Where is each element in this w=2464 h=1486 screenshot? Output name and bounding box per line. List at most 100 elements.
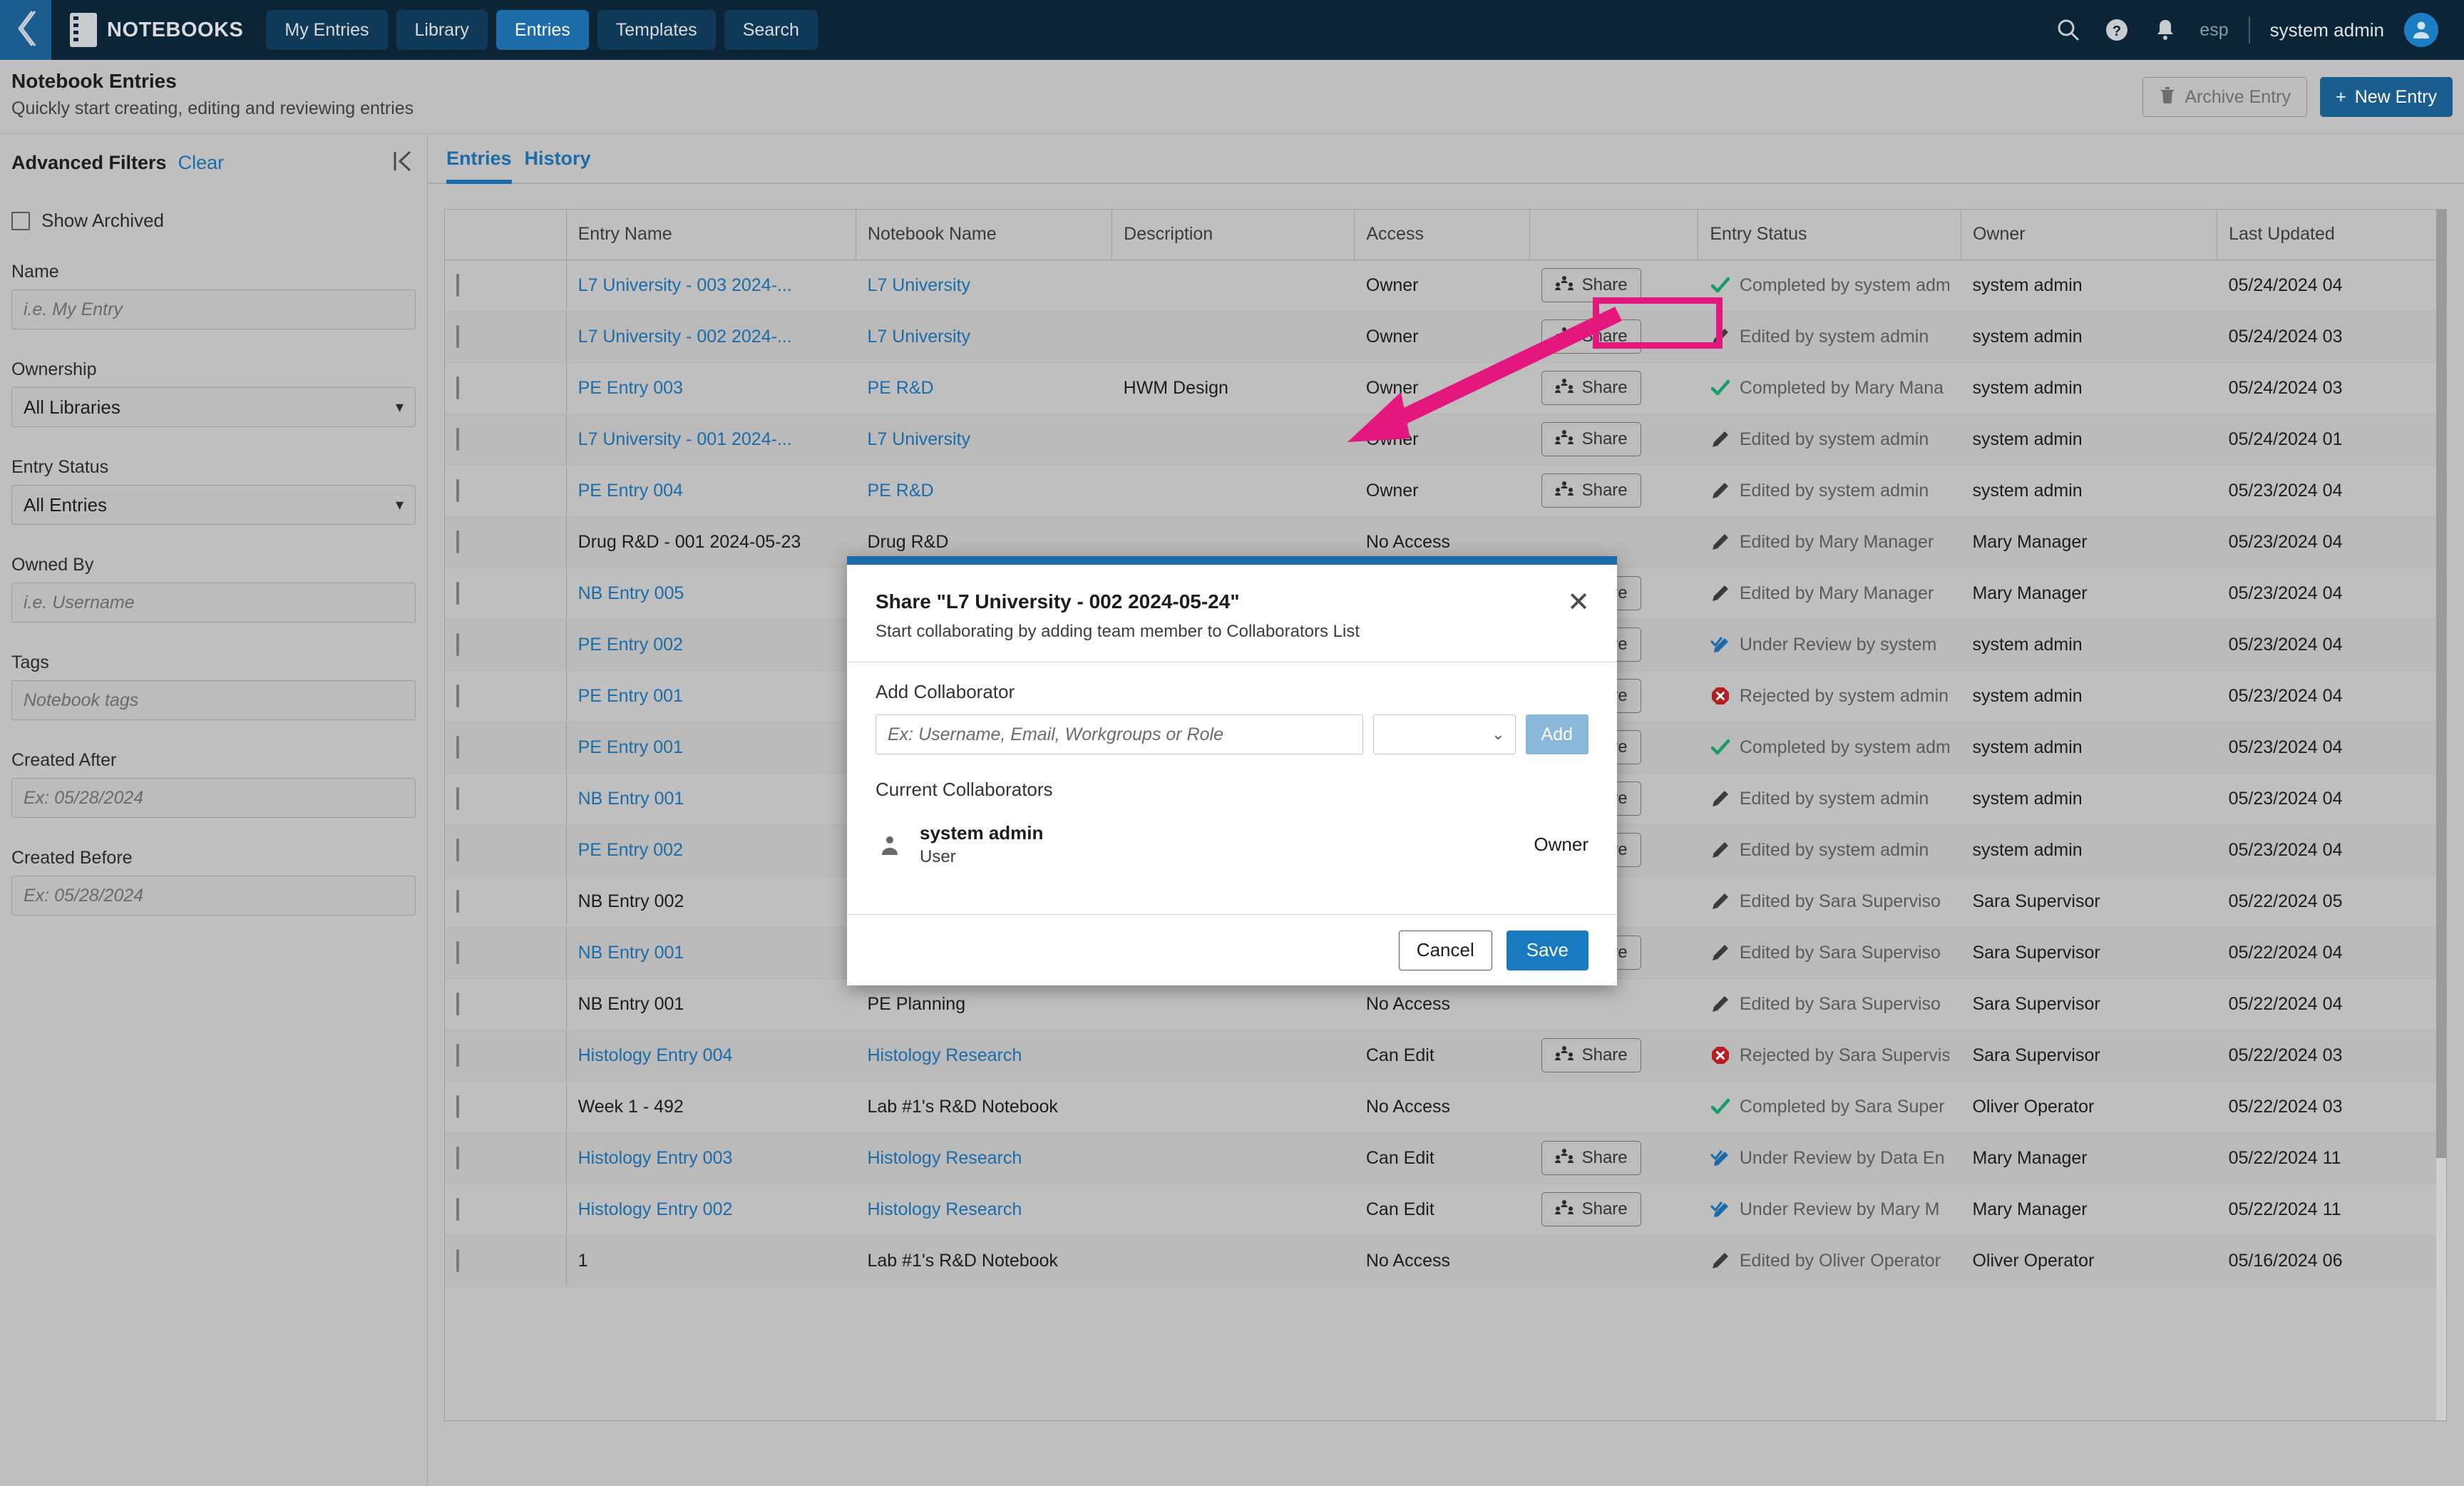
table-row[interactable]: PE Entry 003 PE R&D HWM Design Owner Share Co… xyxy=(445,362,2446,414)
cell-entry-name[interactable]: Histology Entry 002 xyxy=(566,1184,856,1236)
name-input[interactable] xyxy=(11,289,416,329)
cell-entry-name[interactable]: Histology Entry 004 xyxy=(566,1030,856,1082)
tab-entries[interactable]: Entries xyxy=(446,148,512,184)
notebook-name-text[interactable]: Histology Research xyxy=(868,1148,1101,1169)
notebook-name-text[interactable]: L7 University xyxy=(868,275,1101,296)
table-row[interactable]: PE Entry 004 PE R&D Owner Share Edited by sy… xyxy=(445,465,2446,517)
row-select-cell[interactable] xyxy=(445,927,567,979)
entry-name-text[interactable]: NB Entry 005 xyxy=(578,583,845,604)
row-checkbox[interactable] xyxy=(456,786,459,810)
share-button[interactable]: Share xyxy=(1541,268,1641,302)
table-vertical-scrollbar[interactable] xyxy=(2436,210,2446,1420)
row-checkbox[interactable] xyxy=(456,735,459,759)
row-select-cell[interactable] xyxy=(445,1235,567,1287)
cell-share[interactable]: Share xyxy=(1529,465,1698,517)
entry-name-text[interactable]: NB Entry 001 xyxy=(578,789,845,809)
cell-entry-name[interactable]: PE Entry 004 xyxy=(566,465,856,517)
table-row[interactable]: L7 University - 001 2024-... L7 Universit… xyxy=(445,414,2446,466)
row-checkbox[interactable] xyxy=(456,632,459,656)
cell-notebook-name[interactable]: Histology Research xyxy=(856,1132,1112,1184)
share-button[interactable]: Share xyxy=(1541,473,1641,508)
row-checkbox[interactable] xyxy=(456,530,459,553)
cell-entry-name[interactable]: L7 University - 001 2024-... xyxy=(566,414,856,466)
table-row[interactable]: L7 University - 002 2024-... L7 Universit… xyxy=(445,311,2446,363)
col-select[interactable] xyxy=(445,210,567,260)
avatar[interactable] xyxy=(2404,13,2438,47)
scrollbar-thumb[interactable] xyxy=(2436,210,2446,1158)
cell-notebook-name[interactable]: Histology Research xyxy=(856,1184,1112,1236)
row-checkbox[interactable] xyxy=(456,273,459,297)
cell-entry-name[interactable]: Histology Entry 003 xyxy=(566,1132,856,1184)
cell-share[interactable]: Share xyxy=(1529,260,1698,312)
cell-notebook-name[interactable]: L7 University xyxy=(856,260,1112,312)
nav-tab-entries[interactable]: Entries xyxy=(496,10,589,50)
share-button[interactable]: Share xyxy=(1541,422,1641,456)
row-checkbox[interactable] xyxy=(456,992,459,1015)
row-checkbox[interactable] xyxy=(456,1249,459,1272)
cell-entry-name[interactable]: L7 University - 003 2024-... xyxy=(566,260,856,312)
entry-name-text[interactable]: Histology Entry 003 xyxy=(578,1148,845,1169)
notebook-name-text[interactable]: PE R&D xyxy=(868,481,1101,501)
entry-name-text[interactable]: PE Entry 002 xyxy=(578,840,845,861)
row-checkbox[interactable] xyxy=(456,581,459,605)
row-checkbox[interactable] xyxy=(456,838,459,861)
cell-share[interactable]: Share xyxy=(1529,311,1698,363)
share-button[interactable]: Share xyxy=(1541,371,1641,405)
search-icon[interactable] xyxy=(2054,16,2083,44)
ownership-select[interactable]: All Libraries ▾ xyxy=(11,387,416,427)
entry-name-text[interactable]: Histology Entry 004 xyxy=(578,1045,845,1066)
help-icon[interactable]: ? xyxy=(2103,16,2131,44)
cell-share[interactable]: Share xyxy=(1529,1132,1698,1184)
row-select-cell[interactable] xyxy=(445,876,567,928)
row-select-cell[interactable] xyxy=(445,260,567,312)
cell-entry-name[interactable]: NB Entry 001 xyxy=(566,773,856,825)
cell-notebook-name[interactable]: PE R&D xyxy=(856,465,1112,517)
cell-entry-name[interactable]: PE Entry 001 xyxy=(566,722,856,774)
table-row[interactable]: Histology Entry 004 Histology Research Can… xyxy=(445,1030,2446,1082)
entry-status-select[interactable]: All Entries ▾ xyxy=(11,485,416,525)
row-checkbox[interactable] xyxy=(456,684,459,707)
tab-history[interactable]: History xyxy=(525,148,591,184)
cell-entry-name[interactable]: PE Entry 001 xyxy=(566,670,856,722)
notebook-name-text[interactable]: L7 University xyxy=(868,429,1101,450)
cell-entry-name[interactable]: NB Entry 005 xyxy=(566,568,856,620)
row-select-cell[interactable] xyxy=(445,824,567,876)
col-description[interactable]: Description xyxy=(1112,210,1355,260)
row-checkbox[interactable] xyxy=(456,427,459,451)
tags-input[interactable] xyxy=(11,680,416,720)
cell-entry-name[interactable]: PE Entry 003 xyxy=(566,362,856,414)
notebook-name-text[interactable]: Histology Research xyxy=(868,1199,1101,1220)
entry-name-text[interactable]: PE Entry 003 xyxy=(578,378,845,399)
col-entry-name[interactable]: Entry Name xyxy=(566,210,857,260)
table-row[interactable]: 1 Lab #1's R&D Notebook No Access Edited by… xyxy=(445,1235,2446,1287)
table-row[interactable]: NB Entry 001 PE Planning No Access Edited b… xyxy=(445,978,2446,1030)
col-access[interactable]: Access xyxy=(1354,210,1531,260)
nav-tab-search[interactable]: Search xyxy=(724,10,818,50)
row-checkbox[interactable] xyxy=(456,1043,459,1067)
cell-entry-name[interactable]: L7 University - 002 2024-... xyxy=(566,311,856,363)
row-checkbox[interactable] xyxy=(456,889,459,913)
col-last-updated[interactable]: Last Updated xyxy=(2217,210,2446,260)
cell-notebook-name[interactable]: L7 University xyxy=(856,311,1112,363)
row-select-cell[interactable] xyxy=(445,1030,567,1082)
cell-entry-name[interactable]: NB Entry 001 xyxy=(566,927,856,979)
row-select-cell[interactable] xyxy=(445,978,567,1030)
entry-name-text[interactable]: L7 University - 002 2024-... xyxy=(578,327,845,347)
nav-tab-library[interactable]: Library xyxy=(396,10,488,50)
show-archived-row[interactable]: Show Archived xyxy=(11,210,416,232)
new-entry-button[interactable]: + New Entry xyxy=(2320,77,2453,117)
entry-name-text[interactable]: PE Entry 004 xyxy=(578,481,845,501)
entry-name-text[interactable]: PE Entry 001 xyxy=(578,737,845,758)
collaborator-search-input[interactable] xyxy=(876,714,1363,754)
row-select-cell[interactable] xyxy=(445,722,567,774)
owned-by-input[interactable] xyxy=(11,583,416,622)
col-owner[interactable]: Owner xyxy=(1961,210,2218,260)
table-row[interactable]: L7 University - 003 2024-... L7 Universit… xyxy=(445,260,2446,312)
cell-notebook-name[interactable]: PE R&D xyxy=(856,362,1112,414)
row-select-cell[interactable] xyxy=(445,773,567,825)
language-selector[interactable]: esp xyxy=(2199,20,2228,41)
close-icon[interactable]: ✕ xyxy=(1567,589,1590,616)
share-button[interactable]: Share xyxy=(1541,1192,1641,1226)
clear-filters-link[interactable]: Clear xyxy=(178,152,225,174)
cell-share[interactable]: Share xyxy=(1529,1184,1698,1236)
